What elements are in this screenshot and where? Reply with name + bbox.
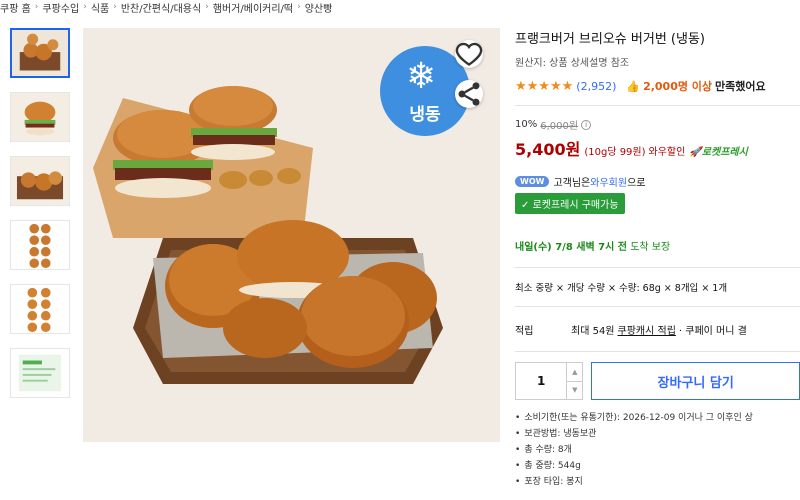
wow-suffix: 으로 bbox=[627, 178, 646, 189]
delivery-info: 내일(수) 7/8 새벽 7시 전 도착 보장 bbox=[515, 238, 800, 253]
share-icon bbox=[458, 82, 480, 106]
breadcrumb-item[interactable]: 쿠팡수입 bbox=[42, 0, 79, 15]
divider bbox=[515, 306, 800, 307]
chevron-up-icon[interactable]: ▲ bbox=[567, 363, 582, 381]
thumbnail-list bbox=[10, 28, 70, 412]
breadcrumb-item[interactable]: 햄버거/베이커리/떡 bbox=[213, 0, 293, 15]
thumbnail-5[interactable] bbox=[10, 284, 70, 334]
coupang-cash-link[interactable]: 쿠팡캐시 적립 bbox=[618, 322, 676, 337]
quantity-info: 최소 중량 × 개당 수량 × 수량: 68g × 8개입 × 1개 bbox=[515, 283, 728, 294]
product-details-list: 소비기한(또는 유통기한): 2026-12-09 이거나 그 이후인 상 보관… bbox=[515, 410, 800, 487]
heart-icon bbox=[455, 42, 483, 66]
star-rating-icon: ★★★★★ bbox=[515, 78, 574, 94]
chevron-right-icon: › bbox=[113, 2, 117, 12]
breadcrumb-item[interactable]: 식품 bbox=[91, 0, 109, 15]
snowflake-icon: ❄ bbox=[406, 56, 437, 97]
product-info-panel: 프랭크버거 브리오슈 버거번 (냉동) 원산지: 상품 상세설명 참조 ★★★★… bbox=[515, 28, 800, 490]
details-item: 보관방법: 냉동보관 bbox=[515, 426, 800, 439]
breadcrumb: 쿠팡 홈 › 쿠팡수입 › 식품 › 반찬/간편식/대용식 › 햄버거/베이커리/떡 › … bbox=[0, 0, 336, 15]
wow-member-row: WOW 고객님은 와우회원 으로 bbox=[515, 174, 800, 189]
origin-text: 원산지: 상품 상세설명 참조 bbox=[515, 58, 630, 69]
thumbnail-6[interactable] bbox=[10, 348, 70, 398]
wow-discount-label: 와우할인 bbox=[648, 147, 686, 158]
divider bbox=[515, 105, 800, 106]
quantity-input[interactable]: 1 bbox=[516, 363, 566, 399]
review-count-link[interactable]: (2,952) bbox=[576, 80, 616, 93]
points-label: 적립 bbox=[515, 326, 534, 337]
satisfaction-suffix: 만족했어요 bbox=[715, 80, 766, 93]
discount-rate: 10% bbox=[515, 119, 538, 130]
breadcrumb-item[interactable]: 반찬/간편식/대용식 bbox=[121, 0, 201, 15]
delivery-date: 내일(수) 7/8 새벽 7시 전 bbox=[515, 242, 627, 253]
wow-member-link[interactable]: 와우회원 bbox=[590, 174, 627, 189]
chevron-right-icon: › bbox=[83, 2, 87, 12]
wow-prefix: 고객님은 bbox=[553, 178, 591, 189]
details-item: 포장 타입: 봉지 bbox=[515, 474, 800, 487]
points-value: 최대 54원 bbox=[571, 326, 615, 337]
info-icon[interactable]: i bbox=[581, 119, 592, 130]
add-to-cart-button[interactable]: 장바구니 담기 bbox=[591, 362, 800, 400]
thumbnail-1[interactable] bbox=[10, 28, 70, 78]
divider bbox=[515, 267, 800, 268]
chevron-right-icon: › bbox=[34, 2, 39, 12]
details-item: 소비기한(또는 유통기한): 2026-12-09 이거나 그 이후인 상 bbox=[515, 410, 800, 423]
rating-row: ★★★★★ (2,952) 👍 2,000명 이상 만족했어요 bbox=[515, 78, 800, 94]
divider bbox=[515, 351, 800, 352]
chevron-right-icon: › bbox=[297, 2, 301, 12]
points-extra: · 쿠페이 머니 결 bbox=[678, 326, 747, 337]
rocket-fresh-available-badge: ✓ 로켓프레시 구매가능 bbox=[515, 193, 625, 214]
thumbnail-3[interactable] bbox=[10, 156, 70, 206]
details-item: 총 중량: 544g bbox=[515, 458, 800, 471]
breadcrumb-item-home[interactable]: 쿠팡 홈 bbox=[0, 0, 31, 15]
quantity-stepper[interactable]: 1 ▲ ▼ bbox=[515, 362, 584, 400]
wishlist-heart-button[interactable] bbox=[455, 40, 483, 68]
details-item: 총 수량: 8개 bbox=[515, 442, 800, 455]
sale-price: 5,400원 bbox=[515, 140, 581, 159]
rocket-fresh-badge: 🚀로켓프레시 bbox=[689, 143, 747, 158]
discount-row: 10% 6,000원 i bbox=[515, 117, 800, 132]
chevron-down-icon[interactable]: ▼ bbox=[567, 380, 583, 400]
product-main-image: ❄ 냉동 bbox=[83, 28, 500, 442]
chevron-right-icon: › bbox=[205, 2, 209, 12]
product-title: 프랭크버거 브리오슈 버거번 (냉동) bbox=[515, 32, 705, 47]
thumbs-up-icon: 👍 bbox=[626, 79, 641, 93]
price-row: 5,400원 (10g당 99원) 와우할인 🚀로켓프레시 bbox=[515, 136, 800, 160]
wow-badge: WOW bbox=[515, 176, 550, 187]
quantity-arrows: ▲ ▼ bbox=[566, 363, 583, 400]
rocket-fresh-label: 로켓프레시 bbox=[701, 147, 748, 158]
unit-price: (10g당 99원) bbox=[584, 147, 646, 158]
satisfaction-count: 2,000명 이상 bbox=[643, 80, 713, 93]
cart-row: 1 ▲ ▼ 장바구니 담기 bbox=[515, 362, 800, 400]
original-price: 6,000원 bbox=[540, 121, 579, 132]
share-button[interactable] bbox=[455, 80, 483, 108]
points-row: 적립 최대 54원 쿠팡캐시 적립 · 쿠페이 머니 결 bbox=[515, 322, 800, 337]
thumbnail-4[interactable] bbox=[10, 220, 70, 270]
delivery-suffix: 도착 보장 bbox=[630, 242, 671, 253]
rocket-icon: 🚀 bbox=[689, 147, 702, 158]
breadcrumb-item[interactable]: 양산빵 bbox=[305, 0, 333, 15]
thumbnail-2[interactable] bbox=[10, 92, 70, 142]
